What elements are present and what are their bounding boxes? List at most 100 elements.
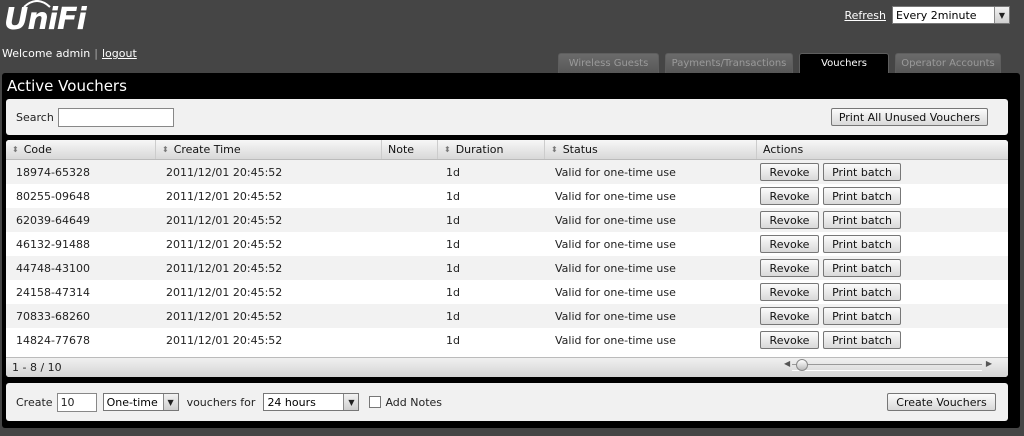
vouchers-table: ⬍ Code ⬍ Create Time Note ⬍ Duration ⬍ Statu…	[6, 140, 1008, 377]
revoke-button[interactable]: Revoke	[760, 163, 819, 181]
column-header-status[interactable]: ⬍ Status	[545, 140, 757, 159]
create-label: Create	[16, 395, 53, 409]
revoke-button[interactable]: Revoke	[760, 283, 819, 301]
voucher-code: 14824-77678	[16, 333, 90, 347]
create-time: 2011/12/01 20:45:52	[166, 285, 283, 299]
refresh-area: Refresh Every 2minute ▼	[844, 6, 1010, 24]
revoke-button[interactable]: Revoke	[760, 307, 819, 325]
column-header-duration[interactable]: ⬍ Duration	[438, 140, 545, 159]
print-batch-button[interactable]: Print batch	[823, 259, 901, 277]
create-time: 2011/12/01 20:45:52	[166, 261, 283, 275]
page-slider[interactable]: ◀ ▶	[784, 359, 992, 371]
voucher-code: 62039-64649	[16, 213, 90, 227]
panel-title: Active Vouchers	[7, 77, 127, 95]
table-row[interactable]: 14824-77678 2011/12/01 20:45:52 1d Valid…	[6, 328, 1008, 352]
column-label: Actions	[763, 143, 804, 156]
tab-wireless-guests[interactable]: Wireless Guests	[558, 53, 659, 73]
table-row[interactable]: 24158-47314 2011/12/01 20:45:52 1d Valid…	[6, 280, 1008, 304]
duration: 1d	[446, 213, 460, 227]
print-batch-button[interactable]: Print batch	[823, 211, 901, 229]
status: Valid for one-time use	[555, 285, 676, 299]
table-row[interactable]: 46132-91488 2011/12/01 20:45:52 1d Valid…	[6, 232, 1008, 256]
row-actions: Revoke Print batch	[757, 235, 1008, 253]
voucher-code: 80255-09648	[16, 189, 90, 203]
chevron-down-icon[interactable]: ▼	[994, 7, 1009, 23]
revoke-button[interactable]: Revoke	[760, 235, 819, 253]
table-row[interactable]: 44748-43100 2011/12/01 20:45:52 1d Valid…	[6, 256, 1008, 280]
column-header-code[interactable]: ⬍ Code	[6, 140, 156, 159]
revoke-button[interactable]: Revoke	[760, 259, 819, 277]
voucher-code: 24158-47314	[16, 285, 90, 299]
create-vouchers-bar: Create 10 One-time ▼ vouchers for 24 hou…	[6, 383, 1008, 421]
column-header-create-time[interactable]: ⬍ Create Time	[156, 140, 382, 159]
create-time: 2011/12/01 20:45:52	[166, 189, 283, 203]
voucher-code: 46132-91488	[16, 237, 90, 251]
logout-link[interactable]: logout	[102, 47, 137, 60]
create-vouchers-button[interactable]: Create Vouchers	[887, 393, 996, 411]
voucher-count-input[interactable]: 10	[56, 392, 97, 412]
status: Valid for one-time use	[555, 309, 676, 323]
status: Valid for one-time use	[555, 237, 676, 251]
column-header-note[interactable]: Note	[382, 140, 438, 159]
search-label: Search	[16, 110, 54, 124]
arrow-right-icon[interactable]: ▶	[986, 359, 992, 368]
revoke-button[interactable]: Revoke	[760, 331, 819, 349]
voucher-code: 70833-68260	[16, 309, 90, 323]
row-actions: Revoke Print batch	[757, 259, 1008, 277]
print-batch-button[interactable]: Print batch	[823, 331, 901, 349]
revoke-button[interactable]: Revoke	[760, 211, 819, 229]
print-batch-button[interactable]: Print batch	[823, 163, 901, 181]
welcome-text: Welcome admin	[2, 47, 91, 60]
row-actions: Revoke Print batch	[757, 163, 1008, 181]
column-label: Create Time	[173, 143, 241, 156]
print-batch-button[interactable]: Print batch	[823, 283, 901, 301]
duration: 1d	[446, 237, 460, 251]
slider-handle[interactable]	[796, 359, 808, 371]
tab-vouchers[interactable]: Vouchers	[799, 53, 889, 73]
sort-icon: ⬍	[551, 145, 558, 154]
create-time: 2011/12/01 20:45:52	[166, 165, 283, 179]
create-time: 2011/12/01 20:45:52	[166, 333, 283, 347]
unifi-logo: UniFi	[4, 0, 87, 37]
table-row[interactable]: 80255-09648 2011/12/01 20:45:52 1d Valid…	[6, 184, 1008, 208]
table-row[interactable]: 70833-68260 2011/12/01 20:45:52 1d Valid…	[6, 304, 1008, 328]
column-label: Code	[23, 143, 52, 156]
row-actions: Revoke Print batch	[757, 187, 1008, 205]
sort-icon: ⬍	[12, 145, 19, 154]
table-row[interactable]: 62039-64649 2011/12/01 20:45:52 1d Valid…	[6, 208, 1008, 232]
voucher-duration-value: 24 hours	[267, 395, 316, 409]
table-row[interactable]: 18974-65328 2011/12/01 20:45:52 1d Valid…	[6, 160, 1008, 184]
print-batch-button[interactable]: Print batch	[823, 187, 901, 205]
add-notes-checkbox[interactable]	[369, 396, 382, 408]
status: Valid for one-time use	[555, 333, 676, 347]
table-body: 18974-65328 2011/12/01 20:45:52 1d Valid…	[6, 160, 1008, 352]
status: Valid for one-time use	[555, 261, 676, 275]
tab-payments-transactions[interactable]: Payments/Transactions	[665, 53, 793, 73]
chevron-down-icon[interactable]: ▼	[162, 394, 178, 410]
add-notes-label: Add Notes	[385, 395, 443, 409]
voucher-type-select[interactable]: One-time ▼	[102, 393, 179, 411]
print-batch-button[interactable]: Print batch	[823, 307, 901, 325]
duration: 1d	[446, 285, 460, 299]
duration: 1d	[446, 261, 460, 275]
create-time: 2011/12/01 20:45:52	[166, 309, 283, 323]
print-batch-button[interactable]: Print batch	[823, 235, 901, 253]
duration: 1d	[446, 165, 460, 179]
search-input[interactable]	[57, 107, 174, 127]
tab-bar: Wireless Guests Payments/Transactions Vo…	[558, 53, 1001, 73]
column-label: Note	[388, 143, 415, 156]
refresh-link[interactable]: Refresh	[844, 9, 886, 22]
row-actions: Revoke Print batch	[757, 331, 1008, 349]
chevron-down-icon[interactable]: ▼	[343, 394, 359, 410]
status: Valid for one-time use	[555, 213, 676, 227]
status: Valid for one-time use	[555, 165, 676, 179]
refresh-interval-select[interactable]: Every 2minute ▼	[892, 6, 1010, 24]
create-time: 2011/12/01 20:45:52	[166, 213, 283, 227]
voucher-duration-select[interactable]: 24 hours ▼	[263, 393, 360, 411]
tab-operator-accounts[interactable]: Operator Accounts	[895, 53, 1001, 73]
search-bar: Search Print All Unused Vouchers	[6, 99, 1008, 135]
revoke-button[interactable]: Revoke	[760, 187, 819, 205]
duration: 1d	[446, 189, 460, 203]
print-all-unused-button[interactable]: Print All Unused Vouchers	[831, 108, 988, 126]
arrow-left-icon[interactable]: ◀	[784, 359, 790, 368]
